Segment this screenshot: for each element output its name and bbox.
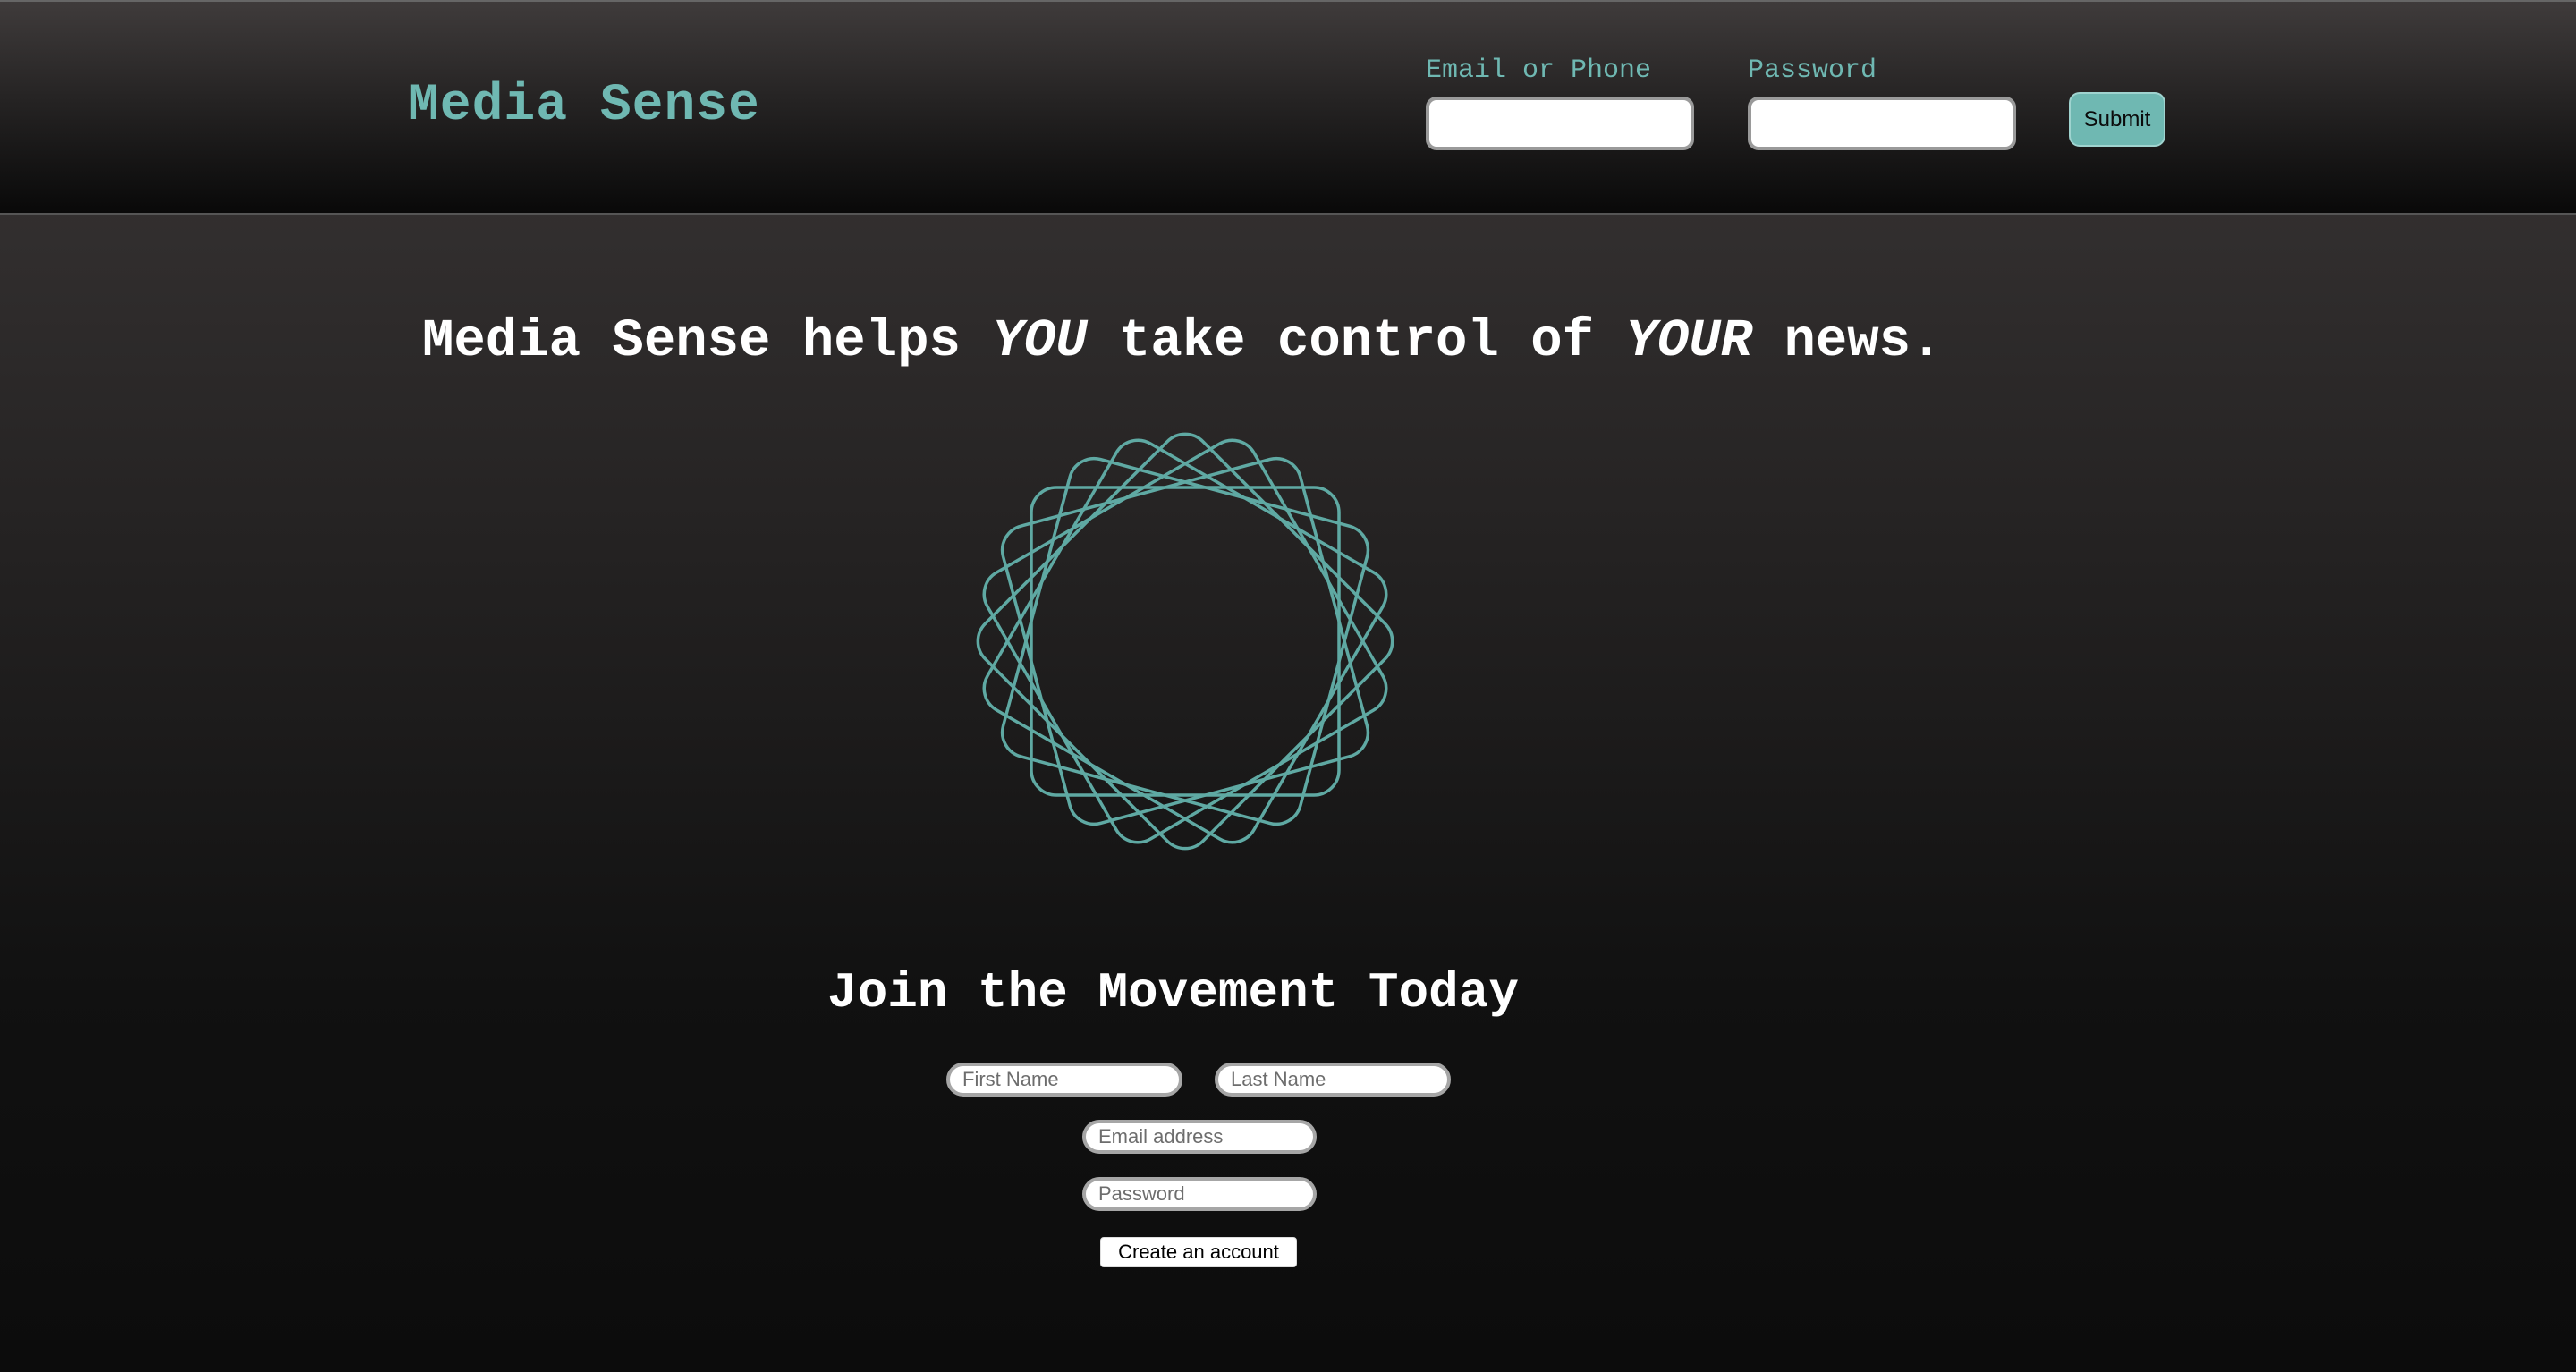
headline-emphasis-you: YOU [992, 311, 1088, 371]
signup-password-input[interactable] [1082, 1177, 1317, 1211]
create-account-button[interactable]: Create an account [1100, 1237, 1297, 1267]
headline-emphasis-your: YOUR [1625, 311, 1753, 371]
top-header: Media Sense Email or Phone Password Subm… [0, 0, 2576, 215]
login-submit-button[interactable]: Submit [2069, 92, 2165, 147]
spirograph-square-2 [1000, 456, 1370, 826]
site-logo[interactable]: Media Sense [408, 77, 760, 135]
spirograph-square-6 [1000, 456, 1370, 826]
headline-text-3: news. [1752, 311, 1943, 371]
email-or-phone-label: Email or Phone [1426, 55, 1652, 86]
signup-title: Join the Movement Today [827, 964, 1519, 1021]
login-email-input[interactable] [1426, 97, 1694, 150]
headline-text-2: take control of [1087, 311, 1626, 371]
login-password-input[interactable] [1748, 97, 2016, 150]
spirograph-logo-icon [976, 432, 1394, 851]
last-name-input[interactable] [1215, 1063, 1451, 1097]
headline-text-1: Media Sense helps [422, 311, 993, 371]
first-name-input[interactable] [946, 1063, 1182, 1097]
hero-headline: Media Sense helps YOU take control of YO… [422, 311, 1943, 371]
signup-email-input[interactable] [1082, 1120, 1317, 1154]
password-label: Password [1748, 55, 1877, 86]
